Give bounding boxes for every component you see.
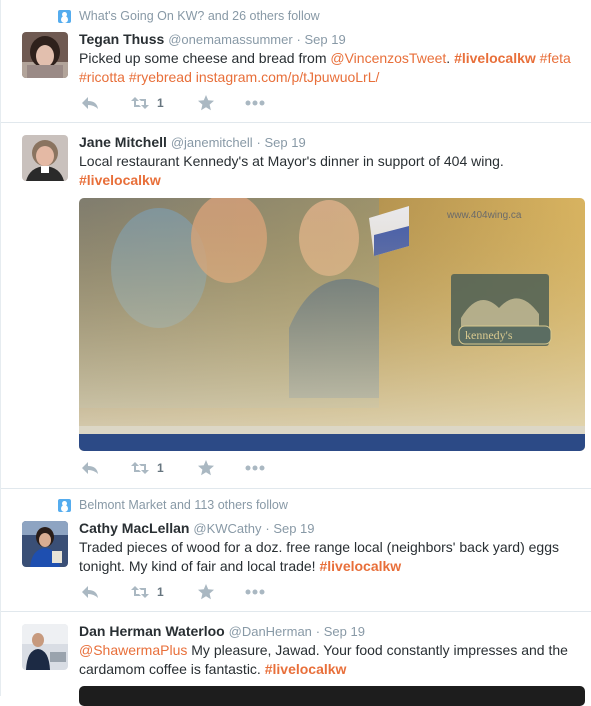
retweet-count: 1 bbox=[157, 461, 164, 475]
tweet-text: Picked up some cheese and bread from @Vi… bbox=[79, 49, 579, 87]
mention-link[interactable]: @VincenzosTweet bbox=[330, 50, 446, 66]
display-name[interactable]: Tegan Thuss bbox=[79, 31, 164, 47]
media-brand-text: kennedy's bbox=[465, 328, 513, 342]
retweet-count: 1 bbox=[157, 96, 164, 110]
more-button[interactable] bbox=[245, 589, 265, 595]
reply-button[interactable] bbox=[81, 460, 131, 476]
hashtag-link[interactable]: #ricotta bbox=[79, 69, 125, 85]
mention-link[interactable]: @ShawermaPlus bbox=[79, 642, 187, 658]
social-context-text: Belmont Market and 113 others follow bbox=[79, 498, 288, 512]
display-name[interactable]: Jane Mitchell bbox=[79, 134, 167, 150]
display-name[interactable]: Cathy MacLellan bbox=[79, 520, 189, 536]
tweet-photo[interactable] bbox=[79, 686, 585, 706]
text-part: Picked up some cheese and bread from bbox=[79, 50, 331, 66]
tweet-text: @ShawermaPlus My pleasure, Jawad. Your f… bbox=[79, 641, 579, 679]
tweet-photo[interactable]: www.404wing.ca kennedy's bbox=[79, 198, 585, 451]
person-follow-icon bbox=[58, 498, 71, 512]
text-part: . bbox=[446, 50, 455, 66]
tweet-header: Tegan Thuss @onemamassummer · Sep 19 bbox=[79, 31, 346, 47]
star-icon bbox=[198, 95, 214, 111]
star-icon bbox=[198, 584, 214, 600]
reply-icon bbox=[82, 586, 98, 598]
media-url-text: www.404wing.ca bbox=[446, 210, 522, 221]
retweet-button[interactable]: 1 bbox=[131, 461, 197, 475]
tweet-item[interactable]: Belmont Market and 113 others follow Cat… bbox=[1, 489, 591, 612]
star-icon bbox=[198, 460, 214, 476]
favorite-button[interactable] bbox=[197, 95, 245, 111]
hashtag-link[interactable]: #livelocalkw bbox=[454, 50, 536, 66]
reply-icon bbox=[82, 97, 98, 109]
more-icon bbox=[245, 589, 265, 595]
social-context: What's Going On KW? and 26 others follow bbox=[58, 9, 320, 23]
avatar[interactable] bbox=[22, 624, 68, 670]
retweet-icon bbox=[131, 97, 149, 109]
hashtag-link[interactable]: #livelocalkw bbox=[265, 661, 347, 677]
hashtag-link[interactable]: #livelocalkw bbox=[79, 172, 161, 188]
timestamp[interactable]: · Sep 19 bbox=[257, 135, 306, 150]
avatar[interactable] bbox=[22, 135, 68, 181]
timeline: What's Going On KW? and 26 others follow… bbox=[0, 0, 591, 706]
retweet-count: 1 bbox=[157, 585, 164, 599]
retweet-icon bbox=[131, 586, 149, 598]
more-button[interactable] bbox=[245, 465, 265, 471]
tweet-header: Cathy MacLellan @KWCathy · Sep 19 bbox=[79, 520, 315, 536]
user-handle[interactable]: @onemamassummer bbox=[168, 32, 292, 47]
hashtag-link[interactable]: #feta bbox=[540, 50, 571, 66]
favorite-button[interactable] bbox=[197, 584, 245, 600]
tweet-header: Dan Herman Waterloo @DanHerman · Sep 19 bbox=[79, 623, 365, 639]
tweet-text: Traded pieces of wood for a doz. free ra… bbox=[79, 538, 579, 576]
hashtag-link[interactable]: #ryebread bbox=[129, 69, 192, 85]
tweet-actions: 1 bbox=[81, 584, 265, 600]
tweet-text: Local restaurant Kennedy's at Mayor's di… bbox=[79, 152, 579, 190]
reply-icon bbox=[82, 462, 98, 474]
tweet-header: Jane Mitchell @janemitchell · Sep 19 bbox=[79, 134, 306, 150]
favorite-button[interactable] bbox=[197, 460, 245, 476]
retweet-icon bbox=[131, 462, 149, 474]
user-handle[interactable]: @janemitchell bbox=[171, 135, 253, 150]
timestamp[interactable]: · Sep 19 bbox=[316, 624, 365, 639]
tweet-item[interactable]: Dan Herman Waterloo @DanHerman · Sep 19 … bbox=[1, 612, 591, 706]
tweet-item[interactable]: What's Going On KW? and 26 others follow… bbox=[1, 0, 591, 123]
tweet-item[interactable]: Jane Mitchell @janemitchell · Sep 19 Loc… bbox=[1, 123, 591, 489]
url-link[interactable]: instagram.com/p/tJpuwuoLrL/ bbox=[196, 69, 380, 85]
avatar[interactable] bbox=[22, 32, 68, 78]
tweet-actions: 1 bbox=[81, 95, 265, 111]
retweet-button[interactable]: 1 bbox=[131, 96, 197, 110]
user-handle[interactable]: @DanHerman bbox=[229, 624, 312, 639]
display-name[interactable]: Dan Herman Waterloo bbox=[79, 623, 225, 639]
retweet-button[interactable]: 1 bbox=[131, 585, 197, 599]
tweet-actions: 1 bbox=[81, 460, 265, 476]
avatar[interactable] bbox=[22, 521, 68, 567]
more-icon bbox=[245, 100, 265, 106]
reply-button[interactable] bbox=[81, 584, 131, 600]
reply-button[interactable] bbox=[81, 95, 131, 111]
timestamp[interactable]: · Sep 19 bbox=[297, 32, 346, 47]
more-icon bbox=[245, 465, 265, 471]
person-follow-icon bbox=[58, 9, 71, 23]
more-button[interactable] bbox=[245, 100, 265, 106]
hashtag-link[interactable]: #livelocalkw bbox=[319, 558, 401, 574]
text-part: Local restaurant Kennedy's at Mayor's di… bbox=[79, 153, 504, 169]
user-handle[interactable]: @KWCathy bbox=[193, 521, 261, 536]
timestamp[interactable]: · Sep 19 bbox=[265, 521, 314, 536]
social-context: Belmont Market and 113 others follow bbox=[58, 498, 288, 512]
social-context-text: What's Going On KW? and 26 others follow bbox=[79, 9, 320, 23]
